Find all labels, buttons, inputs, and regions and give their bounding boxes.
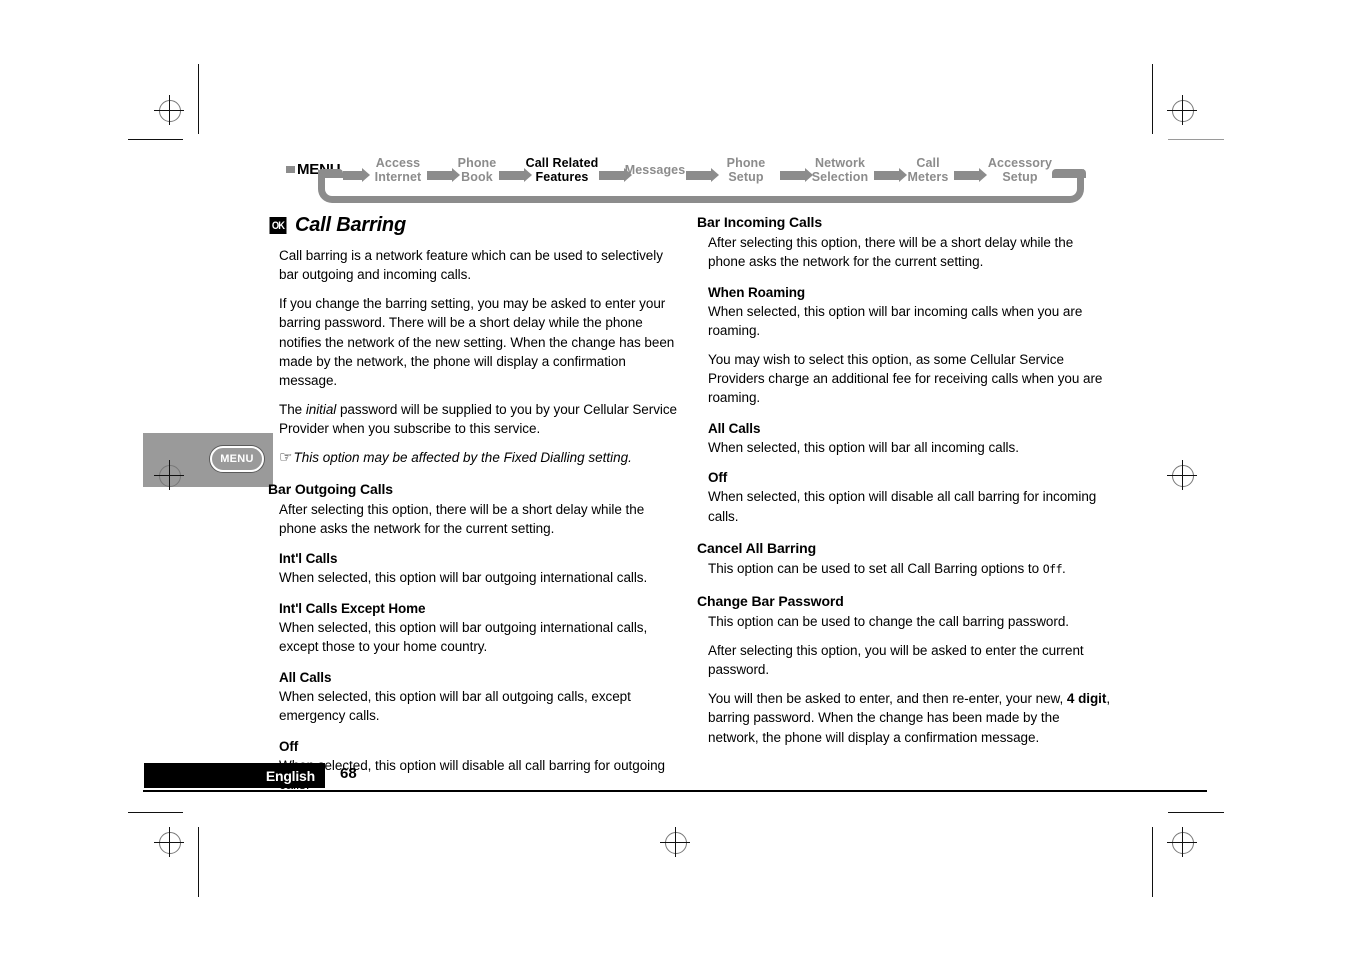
registration-mark-side-block xyxy=(154,460,184,490)
flow-node-line2: Book xyxy=(461,170,493,184)
page-title: OK Call Barring xyxy=(268,214,683,237)
heading-bar-incoming-calls: Bar Incoming Calls xyxy=(697,214,823,230)
flow-node-line1: Access xyxy=(375,156,421,170)
crop-mark-bottom-horizontal-left xyxy=(128,812,183,813)
body-intl-calls: When selected, this option will bar outg… xyxy=(279,570,648,586)
flow-node-line2: Setup xyxy=(1002,170,1038,184)
registration-mark-top-right xyxy=(1167,95,1197,125)
flow-node-line2: Setup xyxy=(728,170,764,184)
ok-key-icon: OK xyxy=(269,217,287,234)
document-page: MENU Access Internet Phone Book Call Rel… xyxy=(0,0,1351,954)
registration-mark-bottom-left xyxy=(154,827,184,857)
note-paragraph: ☞ This option may be affected by the Fix… xyxy=(279,448,683,467)
menu-key-button[interactable]: MENU xyxy=(210,446,264,472)
intro-3-emphasis: initial xyxy=(305,401,337,417)
left-column: OK Call Barring Call barring is a networ… xyxy=(268,214,683,803)
body-bar-outgoing-calls: After selecting this option, there will … xyxy=(279,501,645,537)
heading-bar-outgoing-calls: Bar Outgoing Calls xyxy=(268,480,393,497)
flow-node-line1: Network xyxy=(814,156,866,170)
flow-node-line1: Accessory xyxy=(987,156,1053,170)
body-bar-incoming-calls: After selecting this option, there will … xyxy=(708,235,1074,270)
subheading-intl-calls: Int'l Calls xyxy=(279,551,338,567)
body-off-incoming: When selected, this option will disable … xyxy=(708,489,1097,524)
menu-flow-pipe-left-cap xyxy=(318,169,343,178)
page-number: 68 xyxy=(340,765,357,782)
menu-flow-diagram: MENU Access Internet Phone Book Call Rel… xyxy=(286,152,1086,204)
body-change-bar-password-a: This option can be used to change the ca… xyxy=(708,614,1069,630)
body-when-roaming-b: You may wish to select this option, as s… xyxy=(708,351,1103,406)
crop-mark-bottom-vertical-left xyxy=(198,827,199,897)
flow-node-call-meters[interactable]: Call Meters xyxy=(900,156,956,184)
body-intl-calls-except-home: When selected, this option will bar outg… xyxy=(279,619,648,655)
registration-mark-middle-right xyxy=(1167,460,1197,490)
flow-node-phone-setup[interactable]: Phone Setup xyxy=(710,156,782,184)
flow-node-messages[interactable]: Messages xyxy=(622,163,688,177)
flow-node-phone-book[interactable]: Phone Book xyxy=(453,156,501,184)
flow-arrow-5 xyxy=(686,168,719,182)
intro-paragraph-2: If you change the barring setting, you m… xyxy=(279,295,675,389)
note-text: This option may be affected by the Fixed… xyxy=(293,449,632,465)
crop-mark-top-horizontal-left xyxy=(128,139,183,140)
body-all-calls-outgoing: When selected, this option will bar all … xyxy=(279,688,631,724)
heading-cancel-all-barring: Cancel All Barring xyxy=(697,540,817,557)
flow-arrow-7 xyxy=(874,168,907,182)
flow-arrow-1 xyxy=(343,168,370,182)
flow-node-line2: Selection xyxy=(811,170,869,184)
subheading-intl-calls-except-home: Int'l Calls Except Home xyxy=(279,600,426,616)
cancel-body-pre: This option can be used to set all Call … xyxy=(708,561,1043,577)
body-cancel-all-barring: This option can be used to set all Call … xyxy=(708,559,1112,579)
subheading-off-outgoing: Off xyxy=(279,738,299,754)
crop-mark-bottom-vertical-right xyxy=(1152,827,1153,897)
flow-node-line1: Call Related xyxy=(525,156,599,170)
flow-arrow-8 xyxy=(954,168,987,182)
flow-arrow-6 xyxy=(780,168,813,182)
subheading-off-incoming: Off xyxy=(708,470,728,486)
square-bullet-icon xyxy=(286,166,295,173)
flow-node-line1: Messages xyxy=(624,163,686,177)
body-change-bar-password-c: You will then be asked to enter, and the… xyxy=(708,689,1112,747)
flow-node-line2: Internet xyxy=(374,170,422,184)
footer-language-bar: English xyxy=(144,763,325,788)
menu-key-label: MENU xyxy=(220,453,254,465)
registration-mark-bottom-center xyxy=(660,827,690,857)
flow-node-network-selection[interactable]: Network Selection xyxy=(804,156,876,184)
intro-paragraph-3: The initial password will be supplied to… xyxy=(279,400,683,439)
body-when-roaming-a: When selected, this option will bar inco… xyxy=(708,303,1083,339)
cancel-body-post: . xyxy=(1062,561,1066,577)
crop-mark-top-vertical-left xyxy=(198,64,199,134)
password-digit-count: 4 digit xyxy=(1066,690,1107,706)
crop-mark-bottom-horizontal-right xyxy=(1168,812,1224,813)
page-title-text: Call Barring xyxy=(295,214,406,236)
body-change-bar-password-b: After selecting this option, you will be… xyxy=(708,642,1084,678)
flow-node-accessory-setup[interactable]: Accessory Setup xyxy=(980,156,1060,184)
pointing-hand-icon: ☞ xyxy=(279,448,292,466)
crop-mark-top-vertical-right xyxy=(1152,64,1153,134)
heading-change-bar-password: Change Bar Password xyxy=(697,593,844,610)
subheading-all-calls-incoming: All Calls xyxy=(708,420,761,436)
flow-node-line2: Meters xyxy=(907,170,949,184)
flow-node-line2: Features xyxy=(535,170,589,184)
crop-mark-top-horizontal-right xyxy=(1168,139,1224,140)
subheading-when-roaming: When Roaming xyxy=(708,284,806,300)
password-body-pre: You will then be asked to enter, and the… xyxy=(708,690,1067,706)
registration-mark-bottom-right xyxy=(1167,827,1197,857)
intro-3-post: password will be supplied to you by your… xyxy=(279,401,678,437)
flow-node-call-related-features[interactable]: Call Related Features xyxy=(522,156,602,184)
body-all-calls-incoming: When selected, this option will bar all … xyxy=(708,439,1019,455)
flow-node-access-internet[interactable]: Access Internet xyxy=(368,156,428,184)
intro-paragraph-1: Call barring is a network feature which … xyxy=(279,248,663,283)
subheading-all-calls-outgoing: All Calls xyxy=(279,669,332,685)
intro-3-pre: The xyxy=(279,401,306,417)
footer-language-label: English xyxy=(265,767,315,784)
right-column: Bar Incoming Calls After selecting this … xyxy=(697,214,1112,756)
flow-arrow-2 xyxy=(427,168,460,182)
lcd-value-off: Off xyxy=(1042,562,1063,577)
flow-node-line1: Phone xyxy=(457,156,497,170)
registration-mark-top-left xyxy=(154,95,184,125)
flow-node-line1: Call xyxy=(916,156,940,170)
flow-node-line1: Phone xyxy=(726,156,766,170)
